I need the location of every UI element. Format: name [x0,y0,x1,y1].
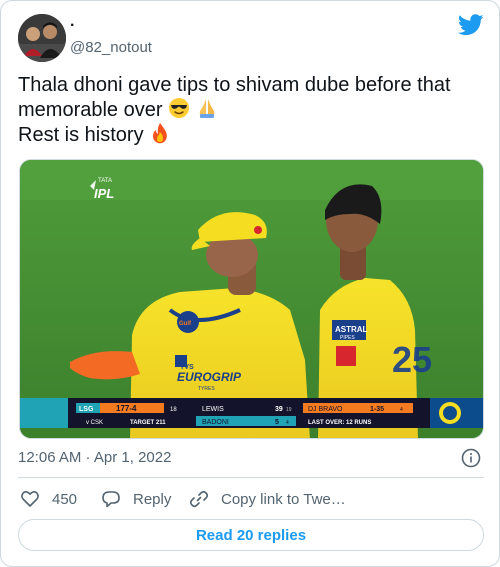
scoreboard: LSG 177-4 18 v CSK TARGET 211 LEWIS 39 1… [20,398,483,428]
batter1-runs: 39 [275,406,283,413]
score-overs: 18 [170,407,177,413]
fire-emoji-icon [153,123,167,144]
last-over: LAST OVER: 12 RUNS [308,420,371,426]
tweet-line-2: memorable over [18,97,488,122]
tweet-line-3-text: Rest is history [18,124,144,146]
batter2-name: BADONI [202,419,229,426]
score-target: TARGET 211 [130,420,166,426]
batter2-balls: 4 [286,420,289,426]
divider [18,477,484,478]
link-icon [189,490,209,508]
reply-icon [102,491,120,508]
tweet-line-3: Rest is history [18,122,488,147]
gulf-text: Gulf [179,321,192,327]
batter2-runs: 5 [275,419,279,426]
avatar[interactable] [18,14,66,62]
score-team: LSG [79,406,94,413]
jersey-number-text: 25 [392,339,432,380]
batter1-balls: 19 [286,407,292,413]
heart-icon [21,491,39,507]
like-count: 450 [52,490,78,508]
read-replies-button[interactable]: Read 20 replies [18,519,484,551]
tweet-text: Thala dhoni gave tips to shivam dube bef… [18,73,488,147]
tweet-timestamp[interactable]: 12:06 AM · Apr 1, 2022 [18,449,171,466]
tweet-card: . @82_notout Thala dhoni gave tips to sh… [0,0,500,567]
folded-hands-emoji-icon [199,99,214,118]
eurogrip-text: EUROGRIP [177,370,242,384]
author-name[interactable]: . [70,13,74,31]
ipl-tata-text: TATA [98,178,112,184]
bowler-overs: 4 [400,407,403,413]
bowler-figures: 1-35 [370,406,384,413]
like-button[interactable]: 450 [20,489,77,509]
copy-link-button[interactable]: Copy link to Twe… [189,489,346,509]
score-runs: 177-4 [116,404,137,413]
sunglasses-emoji-icon [169,98,190,118]
batter1-name: LEWIS [202,406,224,413]
twitter-bird-icon[interactable] [458,14,484,36]
bowler-name: DJ BRAVO [308,406,343,413]
author-handle[interactable]: @82_notout [70,39,152,56]
tweet-line-2-text: memorable over [18,99,163,121]
astral-text: ASTRAL [335,325,368,334]
reply-label: Reply [133,490,172,508]
info-icon[interactable] [461,448,481,468]
tweet-media-image[interactable]: TATA IPL TVS EUROGRIP TYRES Gulf ASTRAL … [19,159,484,439]
eurogrip-sub-text: TYRES [198,386,215,392]
astral-sub-text: PIPES [340,335,355,341]
tweet-line-1: Thala dhoni gave tips to shivam dube bef… [18,74,451,96]
score-vs: v CSK [86,420,103,426]
copy-link-label: Copy link to Twe… [221,490,346,508]
ipl-text: IPL [94,186,114,201]
reply-button[interactable]: Reply [101,489,171,509]
